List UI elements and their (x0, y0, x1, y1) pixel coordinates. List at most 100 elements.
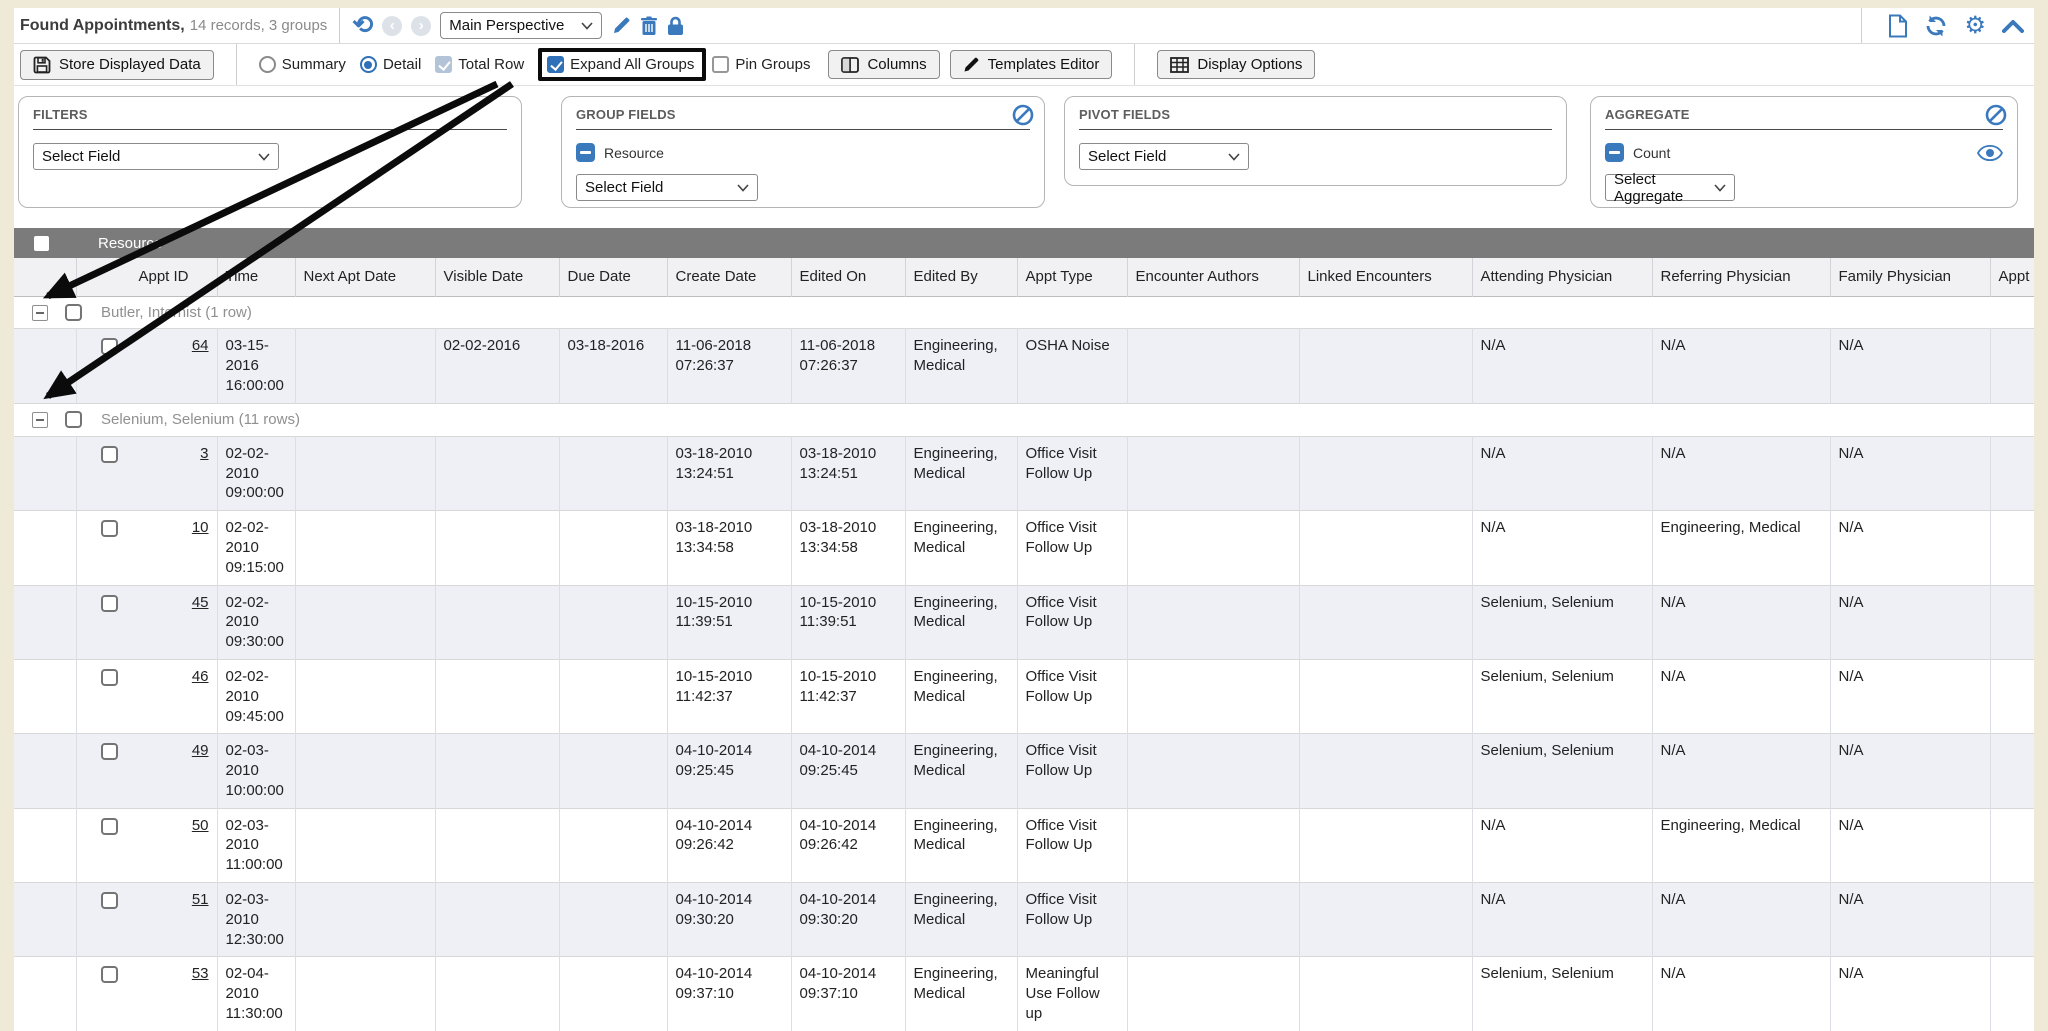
appointments-table: Resource Appt ID Time Next Apt Date Visi… (14, 228, 2034, 1031)
group-expand-checkbox[interactable] (32, 305, 48, 321)
refresh-icon[interactable] (1924, 15, 1948, 37)
appt-id-link[interactable]: 64 (192, 337, 209, 354)
delete-perspective-icon[interactable] (640, 16, 658, 36)
col-appt-type[interactable]: Appt Type (1017, 258, 1127, 296)
clear-aggregate-icon[interactable] (1985, 104, 2007, 126)
remove-resource-field-icon[interactable] (576, 143, 595, 162)
col-linked-encounters[interactable]: Linked Encounters (1299, 258, 1472, 296)
pivot-fields-select[interactable]: Select Field (1079, 143, 1249, 170)
remove-count-aggregate-icon[interactable] (1605, 143, 1624, 162)
col-next-apt-date[interactable]: Next Apt Date (295, 258, 435, 296)
cell: 10-15-2010 11:39:51 (791, 585, 905, 659)
display-options-label: Display Options (1197, 56, 1302, 73)
col-family-physician[interactable]: Family Physician (1830, 258, 1990, 296)
appt-id-link[interactable]: 51 (192, 891, 209, 908)
col-edited-by[interactable]: Edited By (905, 258, 1017, 296)
col-time[interactable]: Time (217, 258, 295, 296)
expand-all-groups-checkbox[interactable]: Expand All Groups (547, 56, 694, 73)
group-fields-title: GROUP FIELDS (576, 107, 1030, 130)
col-appt-re[interactable]: Appt Re (1990, 258, 2034, 296)
row-select-checkbox[interactable] (101, 669, 118, 686)
aggregate-select-value: Select Aggregate (1614, 171, 1714, 205)
columns-button[interactable]: Columns (828, 50, 939, 79)
cell (1127, 883, 1299, 957)
collapse-panel-icon[interactable] (2002, 19, 2024, 33)
select-all-checkbox[interactable] (34, 236, 49, 251)
summary-radio[interactable]: Summary (259, 56, 346, 73)
edit-perspective-icon[interactable] (611, 16, 631, 36)
group-label: Butler, Internist (1 row) (101, 304, 252, 321)
appt-id-link[interactable]: 46 (192, 668, 209, 685)
cell (1990, 329, 2034, 403)
aggregate-panel: AGGREGATE Count Select Aggregate (1590, 96, 2018, 208)
appt-id-cell: 51 (76, 883, 217, 957)
pivot-fields-title: PIVOT FIELDS (1079, 107, 1552, 130)
filters-field-select[interactable]: Select Field (33, 143, 279, 170)
divider (1134, 44, 1135, 85)
col-create-date[interactable]: Create Date (667, 258, 791, 296)
row-select-checkbox[interactable] (101, 595, 118, 612)
appt-id-link[interactable]: 49 (192, 742, 209, 759)
cell: N/A (1830, 436, 1990, 510)
lock-icon[interactable] (667, 16, 684, 36)
col-encounter-authors[interactable]: Encounter Authors (1127, 258, 1299, 296)
appointment-row: 5002-03-2010 11:00:0004-10-2014 09:26:42… (14, 808, 2034, 882)
clear-group-fields-icon[interactable] (1012, 104, 1034, 126)
cell (1990, 436, 2034, 510)
cell (1299, 883, 1472, 957)
columns-icon (841, 57, 859, 73)
group-select-checkbox[interactable] (65, 411, 82, 428)
perspective-select[interactable]: Main Perspective (440, 12, 602, 39)
row-select-checkbox[interactable] (101, 966, 118, 983)
col-referring-physician[interactable]: Referring Physician (1652, 258, 1830, 296)
total-row-checkbox[interactable]: Total Row (435, 56, 524, 73)
summary-label: Summary (282, 56, 346, 73)
new-document-icon[interactable] (1888, 14, 1908, 38)
appt-id-link[interactable]: 3 (200, 445, 208, 462)
display-options-button[interactable]: Display Options (1157, 50, 1315, 79)
cell: N/A (1472, 808, 1652, 882)
col-attending-physician[interactable]: Attending Physician (1472, 258, 1652, 296)
row-select-checkbox[interactable] (101, 338, 118, 355)
cell: Office Visit Follow Up (1017, 734, 1127, 808)
forward-icon[interactable]: › (411, 16, 431, 36)
col-appt-id[interactable]: Appt ID (76, 258, 217, 296)
cell: Engineering, Medical (905, 511, 1017, 585)
appt-id-link[interactable]: 50 (192, 817, 209, 834)
appt-id-link[interactable]: 10 (192, 519, 209, 536)
group-select-checkbox[interactable] (65, 304, 82, 321)
cell: Office Visit Follow Up (1017, 808, 1127, 882)
row-select-checkbox[interactable] (101, 446, 118, 463)
cell (295, 808, 435, 882)
store-displayed-data-button[interactable]: Store Displayed Data (20, 50, 214, 80)
pin-groups-label: Pin Groups (735, 56, 810, 73)
gear-icon[interactable]: ⚙ (1964, 14, 1986, 38)
cell: Office Visit Follow Up (1017, 883, 1127, 957)
col-visible-date[interactable]: Visible Date (435, 258, 559, 296)
row-select-checkbox[interactable] (101, 520, 118, 537)
undo-icon[interactable]: ⟲ (352, 13, 373, 38)
group-fields-select[interactable]: Select Field (576, 174, 758, 201)
appointment-row: 1002-02-2010 09:15:0003-18-2010 13:34:58… (14, 511, 2034, 585)
cell: 02-03-2010 12:30:00 (217, 883, 295, 957)
appt-id-link[interactable]: 53 (192, 965, 209, 982)
aggregate-select[interactable]: Select Aggregate (1605, 174, 1735, 201)
filters-title: FILTERS (33, 107, 507, 130)
eye-icon[interactable] (1977, 145, 2003, 161)
group-expand-checkbox[interactable] (32, 412, 48, 428)
row-select-checkbox[interactable] (101, 743, 118, 760)
cell: 02-02-2010 09:30:00 (217, 585, 295, 659)
cell (559, 957, 667, 1031)
templates-editor-button[interactable]: Templates Editor (950, 50, 1113, 79)
col-edited-on[interactable]: Edited On (791, 258, 905, 296)
cell: N/A (1830, 883, 1990, 957)
row-select-checkbox[interactable] (101, 892, 118, 909)
cell: Engineering, Medical (905, 734, 1017, 808)
chevron-down-icon (581, 22, 593, 30)
back-icon[interactable]: ‹ (382, 16, 402, 36)
detail-radio[interactable]: Detail (360, 56, 421, 73)
pin-groups-checkbox[interactable]: Pin Groups (712, 56, 810, 73)
col-due-date[interactable]: Due Date (559, 258, 667, 296)
row-select-checkbox[interactable] (101, 818, 118, 835)
appt-id-link[interactable]: 45 (192, 594, 209, 611)
